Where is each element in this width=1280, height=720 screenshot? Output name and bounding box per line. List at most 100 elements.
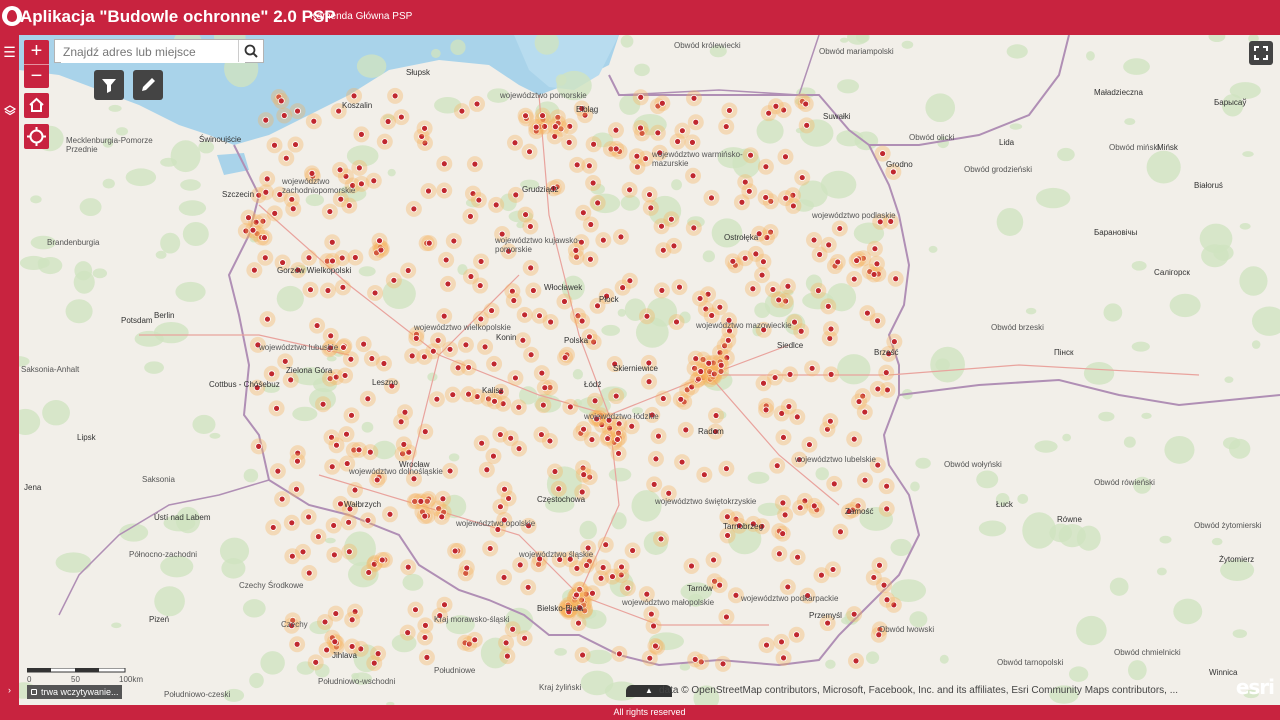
shelter-marker [808, 364, 816, 372]
scale-label-100: 100km [119, 675, 144, 684]
forest-patch [37, 257, 50, 268]
home-button[interactable] [24, 93, 49, 118]
map-attribution[interactable]: data © OpenStreetMap contributors, Micro… [659, 685, 1219, 696]
menu-icon[interactable]: ☰ [0, 43, 19, 61]
shelter-marker [463, 564, 471, 572]
shelter-marker [332, 610, 340, 617]
shelter-marker [590, 140, 598, 148]
forest-patch [928, 245, 938, 253]
map-label-l89: województwo małopolskie [622, 598, 715, 607]
expand-arrow-icon[interactable]: › [0, 681, 19, 699]
shelter-marker [690, 94, 698, 102]
shelter-marker [351, 486, 359, 494]
shelter-marker [262, 188, 270, 196]
forest-patch [180, 179, 201, 191]
forest-patch [74, 261, 93, 281]
forest-patch [1062, 433, 1072, 442]
shelter-marker [454, 364, 462, 372]
map-label-l84: Tarnobrzeg [723, 522, 764, 531]
fullscreen-button[interactable] [1249, 41, 1273, 65]
shelter-marker [536, 312, 543, 320]
forest-patch [1239, 266, 1268, 296]
map-label-l36: Saksonia-Anhalt [21, 365, 80, 374]
shelter-marker [449, 391, 457, 399]
shelter-marker [722, 123, 730, 130]
shelter-marker [421, 634, 429, 641]
forest-patch [182, 221, 209, 247]
shelter-marker [658, 286, 666, 294]
map-label-l43: Czechy Środkowe [239, 581, 304, 590]
locate-icon [27, 127, 46, 146]
shelter-marker [451, 547, 459, 555]
shelter-marker [546, 437, 554, 445]
shelter-marker [381, 138, 389, 146]
forest-patch [756, 118, 784, 144]
shelter-marker [692, 118, 700, 126]
map-label-l28: Koszalin [342, 101, 373, 110]
map-label-l10: Białoruś [1194, 181, 1223, 190]
map-label-l09: Obwód grodzieński [964, 165, 1033, 174]
search-input[interactable] [61, 41, 245, 63]
shelter-marker [879, 150, 887, 157]
shelter-marker [597, 574, 605, 582]
forest-patch [617, 308, 626, 317]
shelter-marker [503, 652, 511, 660]
shelter-marker [465, 390, 472, 398]
shelter-marker [682, 426, 690, 434]
shelter-marker [589, 589, 596, 597]
shelter-marker [561, 354, 569, 362]
search-button[interactable] [238, 40, 263, 62]
map-label-l85: województwo śląskie [519, 550, 594, 559]
layers-icon[interactable] [0, 103, 19, 121]
shelter-marker [425, 239, 433, 247]
shelter-marker [314, 533, 322, 541]
map-view[interactable]: Obwód królewiecki Obwód mariampolski Obwód… [19, 35, 1280, 705]
forest-patch [108, 104, 122, 112]
forest-patch [19, 408, 41, 435]
shelter-marker [527, 351, 535, 359]
shelter-marker [337, 195, 345, 203]
shelter-marker [345, 518, 353, 526]
map-label-l62: Płock [599, 295, 619, 304]
filter-button[interactable] [94, 70, 124, 100]
shelter-marker [490, 360, 498, 368]
shelter-marker [507, 434, 515, 442]
shelter-marker [524, 583, 532, 591]
shelter-marker [573, 161, 581, 169]
draw-button[interactable] [133, 70, 163, 100]
forest-patch [1127, 660, 1147, 681]
map-label-l61: Włocławek [544, 283, 583, 292]
shelter-marker [421, 512, 429, 520]
app-subtitle[interactable]: Komenda Główna PSP [310, 11, 412, 22]
shelter-marker [779, 499, 787, 507]
shelter-marker [458, 107, 466, 115]
forest-patch [1251, 340, 1261, 349]
side-panel-strip: ☰ › [0, 35, 19, 705]
shelter-marker [850, 610, 858, 618]
shelter-marker [380, 360, 388, 367]
shelter-marker [501, 485, 508, 493]
map-label-l08: Mińsk [1157, 143, 1178, 152]
zoom-in-button[interactable]: + [24, 40, 49, 64]
forest-patch [611, 512, 627, 530]
shelter-marker [837, 528, 844, 536]
locate-button[interactable] [24, 124, 49, 149]
shelter-marker [404, 629, 412, 637]
forest-patch [747, 471, 770, 484]
shelter-marker [829, 566, 837, 573]
shelter-marker [329, 257, 336, 265]
esri-logo[interactable]: esri [1236, 675, 1275, 699]
shelter-marker [797, 327, 805, 335]
shelter-marker [689, 138, 696, 146]
shelter-marker [793, 631, 801, 639]
forest-patch [930, 346, 965, 383]
forest-patch [1228, 438, 1251, 459]
shelter-marker [434, 336, 442, 344]
shelter-marker [343, 430, 350, 438]
shelter-marker [658, 99, 666, 107]
shelter-marker [294, 457, 301, 465]
shelter-marker [580, 471, 588, 479]
shelter-marker [339, 283, 347, 291]
zoom-out-button[interactable]: − [24, 64, 49, 89]
shelter-marker [723, 465, 730, 473]
